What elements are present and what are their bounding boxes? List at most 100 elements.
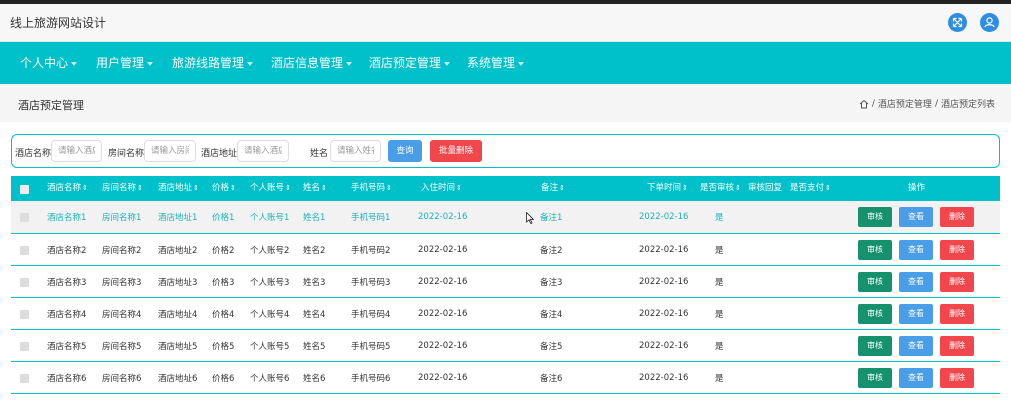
col-reviewed-header[interactable]: 是否审核⇕ <box>700 176 741 201</box>
nav-item-system[interactable]: 系统管理 <box>467 42 525 84</box>
name-input[interactable] <box>330 140 381 162</box>
table-body: 酒店名称1 房间名称1 酒店地址1 价格1 个人账号1 姓名1 手机号码1 2022-02-1… <box>11 201 1000 394</box>
home-icon[interactable] <box>859 99 869 109</box>
cell-phone: 手机号码1 <box>351 213 391 223</box>
view-button[interactable]: 查看 <box>899 367 933 388</box>
review-button[interactable]: 审核 <box>858 239 892 260</box>
row-checkbox[interactable] <box>20 341 29 351</box>
cell-hotel-address: 酒店地址4 <box>158 309 198 320</box>
cell-name: 姓名4 <box>303 309 326 320</box>
sort-icon[interactable]: ⇕ <box>285 176 291 201</box>
review-button[interactable]: 审核 <box>858 303 892 324</box>
review-button[interactable]: 审核 <box>858 335 892 356</box>
sort-icon[interactable]: ⇕ <box>230 176 236 201</box>
cell-checkin-time: 2022-02-16 <box>418 212 468 222</box>
col-remark-header[interactable]: 备注⇕ <box>541 176 565 201</box>
cell-order-time: 2022-02-16 <box>639 308 689 319</box>
nav-item-tour-routes[interactable]: 旅游线路管理 <box>172 42 254 84</box>
cell-hotel-address: 酒店地址2 <box>158 245 198 256</box>
room-name-input[interactable] <box>144 140 196 162</box>
cell-order-time: 2022-02-16 <box>639 244 689 255</box>
view-button[interactable]: 查看 <box>899 207 933 227</box>
col-name-header[interactable]: 姓名⇕ <box>303 176 327 201</box>
header-label: 是否审核 <box>700 183 735 193</box>
review-button[interactable]: 审核 <box>858 367 892 388</box>
view-button[interactable]: 查看 <box>899 271 933 292</box>
room-name-label: 房间名称 <box>108 149 145 159</box>
nav-item-label: 酒店预定管理 <box>369 56 442 70</box>
cell-checkin-time: 2022-02-16 <box>418 340 468 351</box>
batch-delete-button[interactable]: 批量删除 <box>430 140 482 162</box>
nav-item-hotel-info[interactable]: 酒店信息管理 <box>271 42 353 84</box>
view-button[interactable]: 查看 <box>899 239 933 260</box>
sort-icon[interactable]: ⇕ <box>682 176 688 201</box>
cell-phone: 手机号码2 <box>351 245 391 256</box>
col-order-time-header[interactable]: 下单时间⇕ <box>647 176 688 201</box>
col-actions-header: 操作 <box>908 176 925 201</box>
hotel-name-input[interactable] <box>51 140 102 162</box>
sort-icon[interactable]: ⇕ <box>456 176 462 201</box>
nav-item-label: 旅游线路管理 <box>172 56 245 70</box>
header-label: 入住时间 <box>421 183 456 193</box>
sort-icon[interactable]: ⇕ <box>193 176 199 201</box>
col-account-header[interactable]: 个人账号⇕ <box>250 176 291 201</box>
delete-button[interactable]: 删除 <box>940 207 974 227</box>
user-icon[interactable] <box>980 13 999 32</box>
delete-button[interactable]: 删除 <box>940 303 974 324</box>
col-hotel-name-header[interactable]: 酒店名称⇕ <box>47 176 88 201</box>
row-checkbox[interactable] <box>20 245 29 255</box>
row-checkbox[interactable] <box>20 277 29 287</box>
header-label: 备注 <box>541 183 559 193</box>
view-button[interactable]: 查看 <box>899 303 933 324</box>
hotel-address-input[interactable] <box>237 140 289 162</box>
header-label: 手机号码 <box>351 183 386 193</box>
view-button[interactable]: 查看 <box>899 335 933 356</box>
search-button[interactable]: 查询 <box>388 140 422 162</box>
col-room-name-header[interactable]: 房间名称⇕ <box>102 176 143 201</box>
sort-icon[interactable]: ⇕ <box>386 176 392 201</box>
cell-remark: 备注2 <box>540 245 563 256</box>
cell-reviewed: 是 <box>715 213 724 223</box>
delete-button[interactable]: 删除 <box>940 335 974 356</box>
nav-item-hotel-booking[interactable]: 酒店预定管理 <box>369 42 451 84</box>
sort-icon[interactable]: ⇕ <box>825 176 831 201</box>
col-phone-header[interactable]: 手机号码⇕ <box>351 176 392 201</box>
expand-icon[interactable] <box>948 13 967 32</box>
cell-room-name: 房间名称2 <box>102 245 142 256</box>
sort-icon[interactable]: ⇕ <box>137 176 143 201</box>
table-row: 酒店名称1 房间名称1 酒店地址1 价格1 个人账号1 姓名1 手机号码1 2022-02-1… <box>11 201 1000 234</box>
sort-icon[interactable]: ⇕ <box>321 176 327 201</box>
sort-icon[interactable]: ⇕ <box>735 176 741 201</box>
cell-reviewed: 是 <box>715 341 724 352</box>
cell-hotel-address: 酒店地址6 <box>158 373 198 384</box>
cell-name: 姓名3 <box>303 277 326 288</box>
review-button[interactable]: 审核 <box>858 271 892 292</box>
table-row: 酒店名称5 房间名称5 酒店地址5 价格5 个人账号5 姓名5 手机号码5 2022-02-1… <box>11 330 1000 362</box>
cell-name: 姓名1 <box>303 213 326 223</box>
col-hotel-address-header[interactable]: 酒店地址⇕ <box>158 176 199 201</box>
cell-price: 价格3 <box>212 277 235 288</box>
table-header: 酒店名称⇕ 房间名称⇕ 酒店地址⇕ 价格⇕ 个人账号⇕ 姓名⇕ 手机号码⇕ 入住时间⇕ 备注⇕ 下… <box>11 176 1000 201</box>
row-checkbox[interactable] <box>20 309 29 319</box>
col-price-header[interactable]: 价格⇕ <box>212 176 236 201</box>
delete-button[interactable]: 删除 <box>940 367 974 388</box>
nav-item-personal-center[interactable]: 个人中心 <box>20 42 78 84</box>
review-button[interactable]: 审核 <box>858 207 892 227</box>
sort-icon[interactable]: ⇕ <box>82 176 88 201</box>
col-checkin-time-header[interactable]: 入住时间⇕ <box>421 176 462 201</box>
col-paid-header[interactable]: 是否支付⇕ <box>790 176 831 201</box>
delete-button[interactable]: 删除 <box>940 271 974 292</box>
chevron-down-icon <box>444 61 451 66</box>
cell-order-time: 2022-02-16 <box>639 212 689 222</box>
select-all-checkbox[interactable] <box>20 184 29 194</box>
delete-button[interactable]: 删除 <box>940 239 974 260</box>
cell-checkin-time: 2022-02-16 <box>418 372 468 383</box>
search-panel: 酒店名称 房间名称 酒店地址 姓名 查询 批量删除 <box>11 134 1000 168</box>
cell-hotel-address: 酒店地址5 <box>158 341 198 352</box>
breadcrumb-item[interactable]: 酒店预定管理 <box>878 97 932 110</box>
row-checkbox[interactable] <box>20 213 29 222</box>
row-checkbox[interactable] <box>20 373 29 383</box>
sort-icon[interactable]: ⇕ <box>559 176 565 201</box>
cell-room-name: 房间名称4 <box>102 309 142 320</box>
nav-item-user-management[interactable]: 用户管理 <box>96 42 154 84</box>
